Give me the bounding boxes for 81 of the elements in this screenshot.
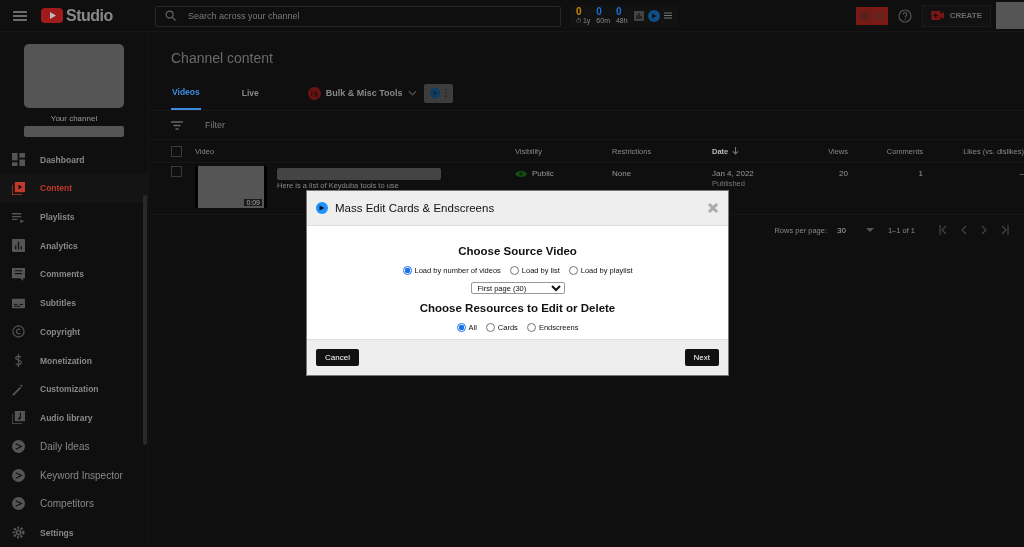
sidebar-item[interactable]: Copyright	[0, 317, 148, 347]
rows-per-page-select[interactable]: 30	[837, 225, 846, 235]
tb-logo-icon	[307, 86, 321, 100]
studio-logo: Studio	[66, 6, 113, 25]
dropdown-icon[interactable]	[865, 228, 874, 232]
likes-count: –	[1019, 169, 1024, 178]
next-button[interactable]: Next	[684, 349, 719, 366]
tools-menu[interactable]: Bulk & Misc Tools	[325, 88, 403, 98]
restrictions-text: None	[612, 169, 632, 178]
previous-page-icon[interactable]	[961, 225, 967, 235]
radio-button[interactable]	[509, 266, 519, 275]
radio-button[interactable]	[456, 323, 466, 332]
sort-down-icon[interactable]	[732, 147, 740, 155]
dialog-title: Mass Edit Cards & Endscreens	[335, 202, 496, 214]
filter-field[interactable]: Filter	[203, 119, 507, 131]
sidebar-item[interactable]: Analytics	[0, 231, 148, 261]
section-heading: Choose Source Video	[458, 245, 577, 257]
search-field[interactable]: Search across your channel	[155, 5, 561, 27]
play-badge-icon[interactable]	[647, 9, 660, 22]
comments-count: 1	[918, 169, 923, 178]
sidebar-item[interactable]: Subtitles	[0, 288, 148, 318]
sidebar-item[interactable]: Daily Ideas	[0, 432, 148, 461]
tab[interactable]: Live	[240, 76, 260, 110]
tools-menu-button[interactable]	[855, 6, 888, 25]
play-badge-icon	[316, 202, 328, 214]
comments-icon	[12, 267, 25, 281]
sidebar-item[interactable]: Dashboard	[0, 145, 148, 175]
search-icon	[165, 10, 176, 21]
create-button[interactable]: CREATE	[921, 4, 991, 27]
sidebar-item[interactable]: Settings	[0, 518, 148, 547]
play-logo-icon	[41, 8, 63, 23]
extension-button[interactable]	[423, 83, 453, 103]
sidebar-item[interactable]: Monetization	[0, 346, 148, 375]
last-page-icon[interactable]	[1001, 225, 1009, 235]
page-title: Channel content	[171, 50, 274, 68]
channel-label: Your channel	[50, 113, 98, 123]
section-heading: Choose Resources to Edit or Delete	[419, 302, 616, 314]
content-icon	[12, 181, 25, 195]
help-icon[interactable]	[897, 8, 912, 23]
analytics-icon	[12, 239, 25, 253]
next-page-icon[interactable]	[981, 225, 987, 235]
playlists-icon	[12, 210, 25, 224]
gear-icon	[12, 526, 25, 540]
camera-icon	[930, 11, 944, 20]
first-page-icon[interactable]	[939, 225, 947, 235]
copyright-icon	[12, 325, 25, 339]
date-text: Jan 4, 2022	[712, 169, 754, 178]
select-all-checkbox[interactable]	[171, 145, 182, 157]
sidebar-item[interactable]: Playlists	[0, 202, 148, 232]
filter-icon[interactable]	[171, 120, 183, 130]
eye-icon	[515, 169, 527, 178]
sidebar-item[interactable]: Keyword Inspector	[0, 460, 148, 490]
chevron-down-icon[interactable]	[407, 90, 417, 96]
money-icon	[12, 354, 25, 368]
stat-value: 0	[596, 7, 602, 17]
sidebar-item[interactable]: Customization	[0, 374, 148, 404]
sidebar-item[interactable]: Comments	[0, 260, 148, 289]
radio-button[interactable]	[402, 266, 412, 275]
radio-button[interactable]	[485, 323, 495, 332]
radio-button[interactable]	[526, 323, 536, 332]
visibility-text: Public	[532, 169, 554, 178]
wand-icon	[12, 382, 25, 396]
audio-icon	[12, 411, 25, 425]
sidebar-item[interactable]: Audio library	[0, 403, 148, 433]
tab[interactable]: Videos	[171, 76, 201, 110]
radio-button[interactable]	[568, 266, 578, 275]
subtitles-icon	[12, 296, 25, 310]
stat-value: 0	[576, 7, 582, 17]
menu-icon[interactable]	[13, 10, 27, 21]
cancel-button[interactable]: Cancel	[316, 349, 359, 366]
sidebar-item[interactable]: Competitors	[0, 489, 148, 519]
dashboard-icon	[12, 153, 25, 167]
views-count: 20	[839, 169, 848, 178]
sidebar-item[interactable]: Content	[0, 174, 148, 203]
chart-icon[interactable]	[633, 10, 644, 21]
stat-value: 0	[615, 7, 622, 17]
play-badge-icon	[429, 87, 440, 99]
close-icon[interactable]	[707, 202, 719, 214]
menu-icon	[858, 8, 885, 23]
row-checkbox[interactable]	[171, 166, 182, 177]
menu-icon[interactable]	[663, 12, 672, 19]
